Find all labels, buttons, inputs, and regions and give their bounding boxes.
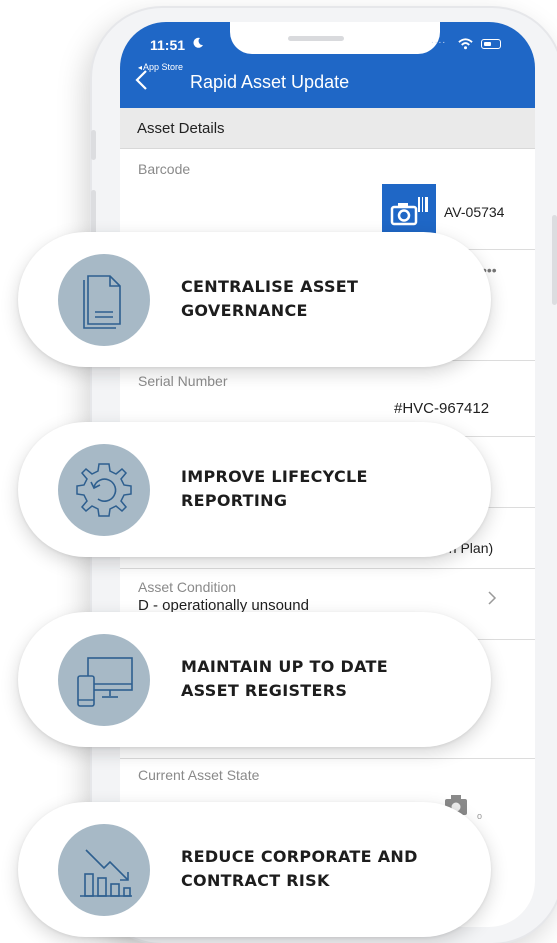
declining-chart-icon <box>58 824 150 916</box>
devices-icon <box>58 634 150 726</box>
camera-icon <box>390 197 428 226</box>
speaker <box>288 36 344 41</box>
phone-side-button <box>91 130 96 160</box>
document-icon <box>58 254 150 346</box>
feature-card-lifecycle: IMPROVE LIFECYCLE REPORTING <box>18 422 491 557</box>
camera-scan-button[interactable] <box>382 184 436 238</box>
feature-text-governance: CENTRALISE ASSET GOVERNANCE <box>181 277 359 320</box>
phone-power-button <box>552 215 557 305</box>
state-label: Current Asset State <box>138 767 260 783</box>
feature-card-registers: MAINTAIN UP TO DATE ASSET REGISTERS <box>18 612 491 747</box>
notch <box>230 22 440 54</box>
wifi-icon <box>458 38 473 50</box>
feature-text-lifecycle: IMPROVE LIFECYCLE REPORTING <box>181 467 368 510</box>
moon-icon <box>193 37 203 48</box>
section-title: Asset Details <box>137 120 225 137</box>
gear-refresh-icon <box>58 444 150 536</box>
status-time: 11:51 <box>150 37 186 53</box>
barcode-label: Barcode <box>138 161 191 177</box>
chevron-right-icon <box>488 591 497 605</box>
page-title: Rapid Asset Update <box>190 72 350 92</box>
feature-text-risk: REDUCE CORPORATE AND CONTRACT RISK <box>181 847 418 890</box>
back-chevron-icon[interactable] <box>134 69 148 91</box>
section-header: Asset Details <box>120 108 535 149</box>
condition-label: Asset Condition <box>138 579 237 595</box>
state-partial-value: o <box>477 811 483 821</box>
feature-text-registers: MAINTAIN UP TO DATE ASSET REGISTERS <box>181 657 388 700</box>
serial-value: #HVC-967412 <box>394 400 490 417</box>
app-bar: 11:51 .... App Store Rapid Asset Update <box>120 22 535 108</box>
feature-card-risk: REDUCE CORPORATE AND CONTRACT RISK <box>18 802 491 937</box>
serial-label: Serial Number <box>138 373 228 389</box>
barcode-value: AV-05734 <box>444 204 505 220</box>
battery-icon <box>481 39 501 49</box>
feature-card-governance: CENTRALISE ASSET GOVERNANCE <box>18 232 491 367</box>
signal-dots-icon: .... <box>431 35 447 46</box>
